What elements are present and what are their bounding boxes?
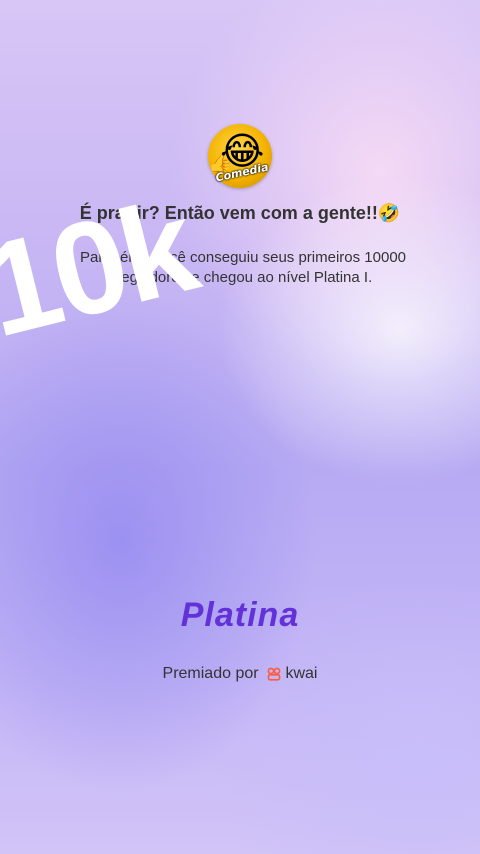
kwai-logo-icon: [267, 667, 281, 681]
overlay-10k-text: 10k: [0, 171, 207, 365]
level-name: Platina: [180, 596, 300, 634]
awarded-by-label: Premiado por: [162, 665, 259, 682]
kwai-brand-name: kwai: [285, 665, 318, 682]
awarded-by: Premiado por kwai: [0, 665, 480, 683]
